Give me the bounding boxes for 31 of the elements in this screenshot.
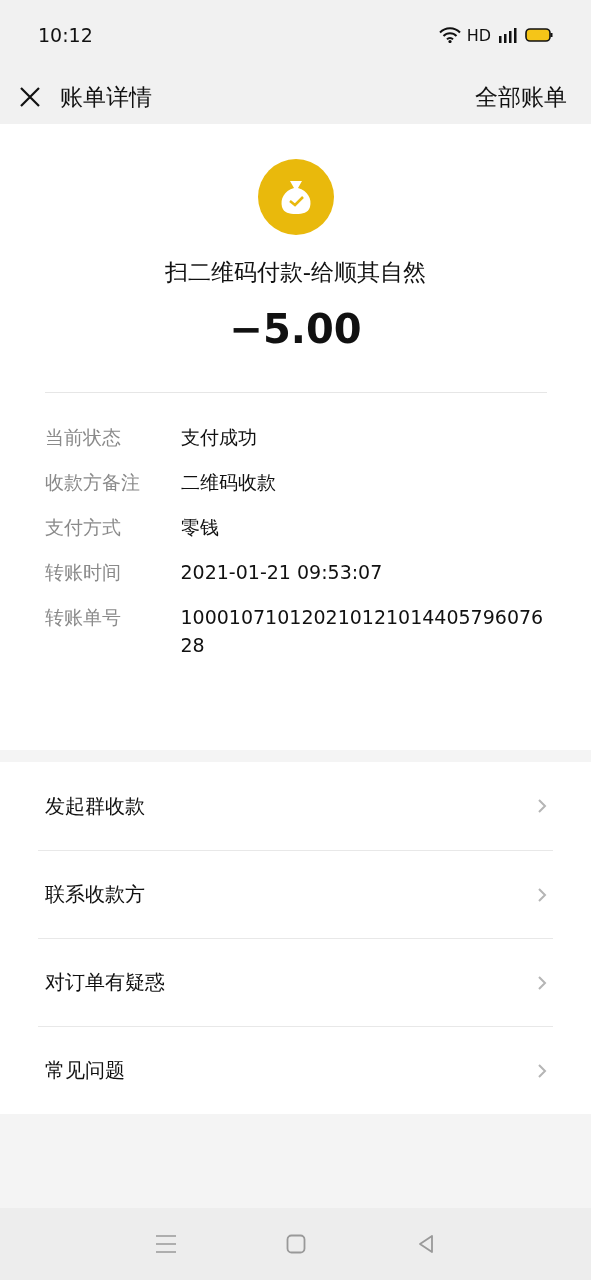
payment-title: 扫二维码付款-给顺其自然 (164, 258, 427, 287)
detail-value: 支付成功 (180, 425, 258, 450)
chevron-icon (537, 798, 547, 814)
all-bills-link[interactable]: 全部账单 (475, 81, 567, 113)
menu-item[interactable]: 发起群收款 (38, 762, 553, 850)
menu-item[interactable]: 对订单有疑惑 (38, 938, 553, 1026)
detail-label: 当前状态 (44, 425, 122, 450)
detail-label: 转账时间 (44, 560, 122, 585)
detail-value: 零钱 (180, 515, 220, 540)
chevron-icon (537, 1062, 547, 1079)
status-time: 10:12 (38, 24, 93, 46)
detail-label: 转账单号 (44, 605, 122, 630)
wifi-icon (438, 27, 461, 43)
detail-label: 支付方式 (44, 515, 122, 540)
detail-value: 二维码收款 (180, 470, 277, 495)
page-title: 账单详情 (60, 82, 152, 112)
detail-label: 收款方备注 (44, 470, 141, 495)
home-icon[interactable] (286, 1234, 307, 1254)
detail-value: 2021-01-21 09:53:07 (180, 560, 384, 585)
money-bag-icon (257, 159, 334, 235)
signal-icon (497, 27, 519, 43)
network-label: HD (466, 25, 491, 45)
menu-item[interactable]: 联系收款方 (38, 850, 553, 938)
battery-icon (525, 27, 553, 43)
chevron-icon (537, 886, 547, 903)
detail-value: 10001071012021012101440579607628 (180, 605, 545, 658)
menu-icon[interactable] (154, 1234, 177, 1254)
payment-amount: −5.00 (229, 306, 362, 352)
close-button[interactable] (18, 85, 42, 109)
chevron-icon (537, 974, 547, 991)
menu-item[interactable]: 常见问题 (38, 1026, 553, 1114)
